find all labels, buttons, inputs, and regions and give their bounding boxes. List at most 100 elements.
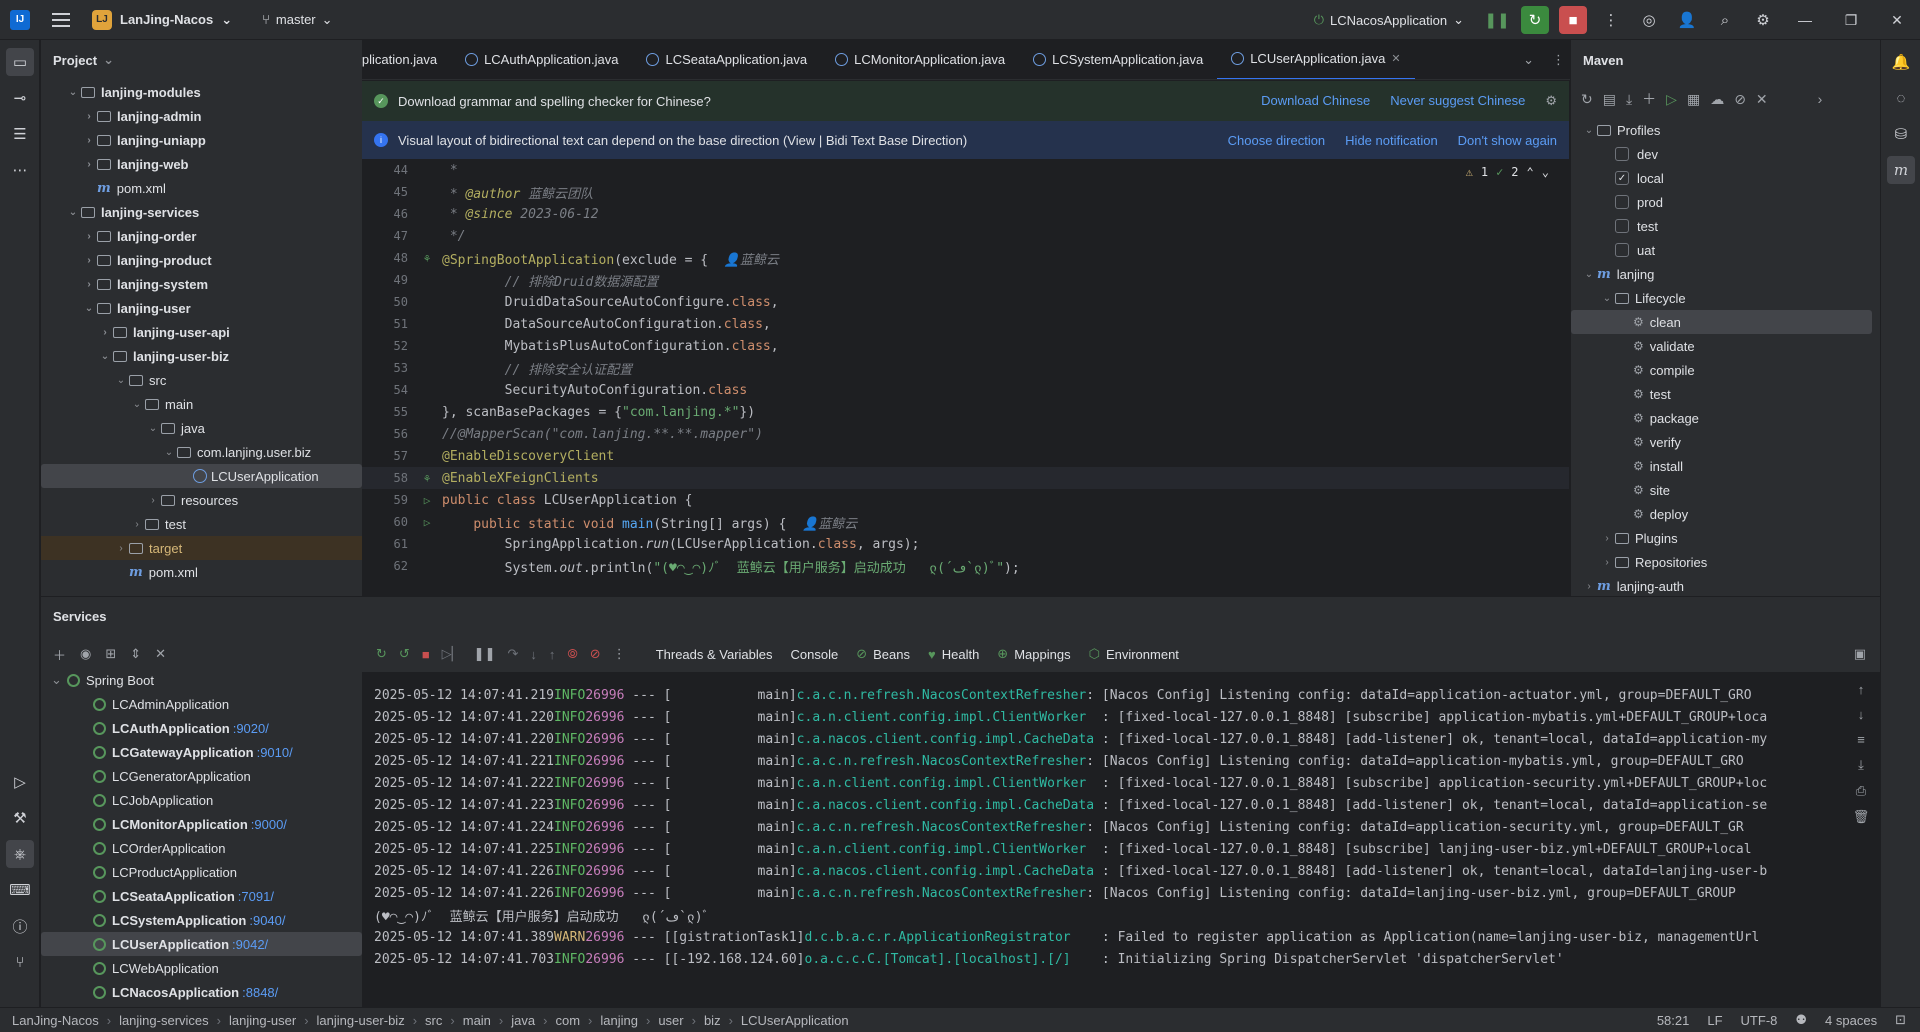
maven-item-test[interactable]: ⚙ test <box>1571 382 1872 406</box>
line-number[interactable]: 47 <box>362 229 412 243</box>
tree-item-target[interactable]: › target <box>41 536 362 560</box>
chevron-right-icon[interactable]: › <box>129 519 145 530</box>
chevron-down-icon[interactable]: ⌄ <box>97 351 113 362</box>
maven-item-package[interactable]: ⚙ package <box>1571 406 1872 430</box>
service-lcauthapplication[interactable]: LCAuthApplication:9020/ <box>41 716 362 740</box>
run-config-selector[interactable]: ⏻ LCNacosApplication ⌄ <box>1314 12 1464 28</box>
maven-item-lanjing-auth[interactable]: › m lanjing-auth <box>1571 574 1872 596</box>
breadcrumb-item[interactable]: src <box>425 1013 442 1028</box>
line-number[interactable]: 59 <box>362 493 412 507</box>
maven-item-deploy[interactable]: ⚙ deploy <box>1571 502 1872 526</box>
tree-item-lanjing-user-biz[interactable]: ⌄ lanjing-user-biz <box>41 344 362 368</box>
maven-item-site[interactable]: ⚙ site <box>1571 478 1872 502</box>
git-icon[interactable]: ⑂ <box>6 948 34 976</box>
chevron-right-icon[interactable]: › <box>81 231 97 242</box>
service-lcjobapplication[interactable]: LCJobApplication <box>41 788 362 812</box>
maven-item-repositories[interactable]: › Repositories <box>1571 550 1872 574</box>
chevron-right-icon[interactable]: › <box>145 495 161 506</box>
maven-item-profiles[interactable]: ⌄ Profiles <box>1571 118 1872 142</box>
log-logger[interactable]: c.a.n.client.config.impl.ClientWorker <box>797 710 1102 725</box>
close-tab-icon[interactable]: ✕ <box>1391 52 1400 65</box>
maven-item-clean[interactable]: ⚙ clean <box>1571 310 1872 334</box>
log-logger[interactable]: c.a.c.n.refresh.NacosContextRefresher <box>797 820 1087 835</box>
tree-item-pom-xml[interactable]: m pom.xml <box>41 176 362 200</box>
service-lcuserapplication[interactable]: LCUserApplication:9042/ <box>41 932 362 956</box>
breadcrumb-item[interactable]: lanjing-user <box>229 1013 296 1028</box>
collapse-all-icon[interactable]: ✕ <box>155 646 166 662</box>
console-tab-beans[interactable]: ⊘ Beans <box>856 646 910 662</box>
tree-item-pom-xml[interactable]: m pom.xml <box>41 560 362 584</box>
console-tab-environment[interactable]: ⬡ Environment <box>1089 646 1179 662</box>
checkbox[interactable] <box>1615 147 1629 161</box>
expand-all-icon[interactable]: ⇕ <box>130 646 141 662</box>
minimize-button[interactable]: — <box>1782 0 1828 40</box>
log-logger[interactable]: o.a.c.c.C.[Tomcat].[localhost].[/] <box>805 952 1102 967</box>
code-line[interactable]: 56 //@MapperScan("com.lanjing.**.**.mappe… <box>362 423 1569 445</box>
code-editor[interactable]: ⚠ 1 ✓ 2 ⌃ ⌄ 44 * 45 * @author 蓝鲸云团队 46 * @si… <box>362 159 1569 596</box>
maven-item-verify[interactable]: ⚙ verify <box>1571 430 1872 454</box>
tree-item-lanjing-user-api[interactable]: › lanjing-user-api <box>41 320 362 344</box>
stop-icon[interactable]: ■ <box>422 647 430 662</box>
line-number[interactable]: 52 <box>362 339 412 353</box>
line-number[interactable]: 49 <box>362 273 412 287</box>
editor-tab-application-java[interactable]: Application.java <box>362 40 451 79</box>
tree-item-lanjing-web[interactable]: › lanjing-web <box>41 152 362 176</box>
line-separator[interactable]: LF <box>1707 1013 1722 1028</box>
tree-item-src[interactable]: ⌄ src <box>41 368 362 392</box>
service-lcmonitorapplication[interactable]: LCMonitorApplication:9000/ <box>41 812 362 836</box>
stop-all-button[interactable]: ■ <box>1559 6 1587 34</box>
offline-icon[interactable]: ☁ <box>1710 91 1724 108</box>
editor-tab-lcuserapplication-java[interactable]: LCUserApplication.java ✕ <box>1217 40 1415 79</box>
search-icon[interactable]: ⌕ <box>1711 6 1739 34</box>
maven-item-local[interactable]: ✓ local <box>1571 166 1872 190</box>
chevron-down-icon[interactable]: ⌄ <box>65 87 81 98</box>
chevron-down-icon[interactable]: ⌄ <box>145 423 161 434</box>
more-icon[interactable]: ⋮ <box>1552 52 1565 68</box>
log-logger[interactable]: c.a.nacos.client.config.impl.CacheData <box>797 864 1102 879</box>
breadcrumb-item[interactable]: lanjing <box>600 1013 638 1028</box>
editor-tab-lcseataapplication-java[interactable]: LCSeataApplication.java <box>632 40 821 79</box>
chevron-up-icon[interactable]: ⌃ <box>1527 165 1534 179</box>
line-number[interactable]: 44 <box>362 163 412 177</box>
service-port-link[interactable]: :8848/ <box>242 985 278 1000</box>
code-line[interactable]: 57 @EnableDiscoveryClient <box>362 445 1569 467</box>
step-out-icon[interactable]: ↑ <box>549 647 556 662</box>
service-port-link[interactable]: :9010/ <box>257 745 293 760</box>
chevron-right-icon[interactable]: › <box>113 543 129 554</box>
chevron-right-icon[interactable]: › <box>97 327 113 338</box>
project-switcher[interactable]: LJ LanJing-Nacos ⌄ <box>92 9 232 30</box>
chevron-right-icon[interactable]: › <box>81 111 97 122</box>
chevron-right-icon[interactable]: › <box>1581 581 1597 592</box>
code-line[interactable]: 54 SecurityAutoConfiguration.class <box>362 379 1569 401</box>
download-chinese-link[interactable]: Download Chinese <box>1261 93 1370 109</box>
tree-item-lanjing-user[interactable]: ⌄ lanjing-user <box>41 296 362 320</box>
problems-icon[interactable]: ⓘ <box>6 912 34 940</box>
plus-icon[interactable]: ＋ <box>53 645 66 664</box>
log-logger[interactable]: d.c.b.a.c.r.ApplicationRegistrator <box>805 930 1102 945</box>
download-icon[interactable]: ⤓ <box>1626 91 1632 108</box>
chevron-right-icon[interactable]: › <box>1818 91 1823 107</box>
breadcrumb-item[interactable]: lanjing-user-biz <box>317 1013 405 1028</box>
tree-item-test[interactable]: › test <box>41 512 362 536</box>
log-logger[interactable]: c.a.c.n.refresh.NacosContextRefresher <box>797 886 1087 901</box>
commit-icon[interactable]: ⊸ <box>6 84 34 112</box>
tree-item-lanjing-modules[interactable]: ⌄ lanjing-modules <box>41 80 362 104</box>
run-icon[interactable]: ▷ <box>6 768 34 796</box>
chevron-down-icon[interactable]: ⌄ <box>1581 125 1597 136</box>
service-lcgeneratorapplication[interactable]: LCGeneratorApplication <box>41 764 362 788</box>
checkbox[interactable] <box>1615 195 1629 209</box>
add-user-icon[interactable]: 👤 <box>1673 6 1701 34</box>
checkbox-checked[interactable]: ✓ <box>1615 171 1629 185</box>
ide-logo-icon[interactable]: IJ <box>10 9 30 30</box>
project-panel-header[interactable]: Project ⌄ <box>41 40 362 80</box>
code-line[interactable]: 44 * <box>362 159 1569 181</box>
close-button[interactable]: ✕ <box>1874 0 1920 40</box>
settings-gear-icon[interactable]: ⚙ <box>1749 6 1777 34</box>
code-line[interactable]: 59 ▷ public class LCUserApplication { <box>362 489 1569 511</box>
layout-icon[interactable]: ▣ <box>1854 646 1866 662</box>
breadcrumb-item[interactable]: main <box>463 1013 491 1028</box>
maven-item-plugins[interactable]: › Plugins <box>1571 526 1872 550</box>
service-lcproductapplication[interactable]: LCProductApplication <box>41 860 362 884</box>
tree-item-lanjing-system[interactable]: › lanjing-system <box>41 272 362 296</box>
restore-button[interactable]: ❐ <box>1828 0 1874 40</box>
